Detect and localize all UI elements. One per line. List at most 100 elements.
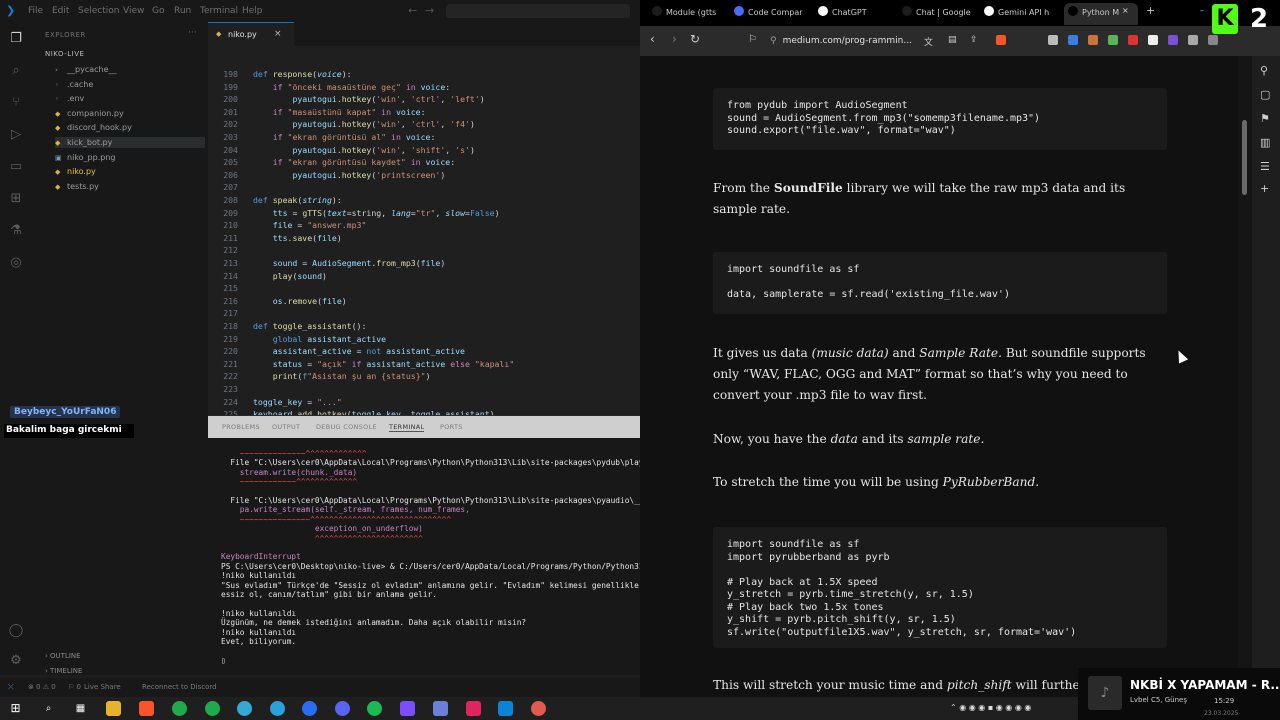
code-line[interactable]: 224 toggle_key = "...": [208, 396, 640, 409]
code-line[interactable]: 202 pyautogui.hotkey('win', 'ctrl', 'f4'…: [208, 118, 640, 131]
chat-icon[interactable]: ▢: [1260, 88, 1270, 101]
reload-icon[interactable]: ↻: [690, 32, 700, 46]
code-line[interactable]: 200 pyautogui.hotkey('win', 'ctrl', 'lef…: [208, 93, 640, 106]
vscode-icon[interactable]: [498, 701, 513, 716]
run-debug-icon[interactable]: ▷: [7, 126, 25, 144]
new-tab-icon[interactable]: +: [1146, 4, 1155, 17]
live-share-icon[interactable]: ◎: [7, 254, 25, 272]
minimize-icon[interactable]: –: [1200, 6, 1204, 15]
ports-status[interactable]: ⚐ 0: [68, 683, 81, 691]
menu-file[interactable]: File: [28, 6, 43, 16]
problems-status[interactable]: ⊗ 0 ⚠ 0: [28, 683, 56, 691]
tab-terminal[interactable]: TERMINAL: [389, 423, 425, 432]
chrome-icon[interactable]: [531, 701, 546, 716]
windows-start-icon[interactable]: ⊞: [8, 701, 23, 716]
forward-arrow-icon[interactable]: →: [425, 4, 434, 17]
browser-tab[interactable]: ChatGPT: [818, 6, 867, 17]
menu-view[interactable]: View: [123, 6, 144, 16]
vpn-icon[interactable]: [400, 701, 415, 716]
tab-output[interactable]: OUTPUT: [272, 423, 300, 431]
code-line[interactable]: 201 if "masaüstünü kapat" in voice:: [208, 106, 640, 119]
file-explorer-icon[interactable]: [106, 701, 121, 716]
file-item[interactable]: ◆ discord_hook.py: [55, 122, 132, 133]
file-item[interactable]: ◆ companion.py: [55, 108, 124, 119]
brave-shield-icon[interactable]: [996, 35, 1006, 45]
code-line[interactable]: 220 assistant_active = not assistant_act…: [208, 345, 640, 358]
remote-icon[interactable]: ⤫: [8, 683, 14, 692]
settings-gear-icon[interactable]: ⚙: [7, 652, 25, 670]
file-item[interactable]: ◦ .env: [55, 93, 84, 104]
brave-icon[interactable]: [139, 701, 154, 716]
browser-tab[interactable]: Code Compar: [734, 6, 803, 17]
add-panel-icon[interactable]: +: [1260, 182, 1269, 195]
telegram-icon[interactable]: [270, 701, 285, 716]
code-line[interactable]: 222 print(f"Asistan şu an {status}"): [208, 370, 640, 383]
code-line[interactable]: 206 pyautogui.hotkey('printscreen'): [208, 169, 640, 182]
whatsapp-icon[interactable]: [172, 701, 187, 716]
app-2-icon[interactable]: [433, 701, 448, 716]
file-item[interactable]: ◆ tests.py: [55, 181, 99, 192]
outline-section[interactable]: › OUTLINE: [45, 652, 81, 660]
tab-niko-py[interactable]: ◆ niko.py ×: [208, 22, 294, 46]
translate-icon[interactable]: 文: [924, 35, 933, 48]
extension-icon-6[interactable]: [1148, 35, 1158, 45]
puzzle-extensions-icon[interactable]: [1188, 35, 1198, 45]
timeline-section[interactable]: › TIMELINE: [45, 667, 82, 675]
explorer-icon[interactable]: ❐: [7, 30, 25, 48]
bookmark-icon[interactable]: ⚐: [748, 34, 757, 45]
close-icon[interactable]: ×: [1122, 6, 1129, 15]
code-line[interactable]: 217: [208, 307, 640, 320]
zoom-icon[interactable]: [302, 701, 317, 716]
discord-icon[interactable]: [335, 701, 350, 716]
menu-run[interactable]: Run: [174, 6, 191, 16]
code-line[interactable]: 203 if "ekran görüntüsü al" in voice:: [208, 131, 640, 144]
extension-icon-5[interactable]: [1128, 35, 1138, 45]
code-line[interactable]: 214 play(sound): [208, 270, 640, 283]
file-item[interactable]: › __pycache__: [55, 64, 117, 75]
menu-help[interactable]: Help: [242, 6, 263, 16]
account-icon[interactable]: ◯: [7, 622, 25, 640]
spotify-icon[interactable]: [367, 701, 382, 716]
address-bar[interactable]: ⚲ medium.com/prog-rammin...: [770, 32, 1048, 52]
search-icon[interactable]: ⌕: [41, 701, 56, 716]
file-item[interactable]: ▣ niko_pp.png: [55, 152, 115, 163]
tab-problems[interactable]: PROBLEMS: [222, 423, 260, 431]
code-line[interactable]: 212: [208, 244, 640, 257]
profile-icon[interactable]: [1208, 35, 1218, 45]
share-icon[interactable]: ⇪: [970, 35, 978, 45]
discord-status[interactable]: Reconnect to Discord: [142, 683, 217, 691]
testing-icon[interactable]: ⚗: [7, 222, 25, 240]
back-arrow-icon[interactable]: ←: [408, 4, 417, 17]
tab-debug-console[interactable]: DEBUG CONSOLE: [316, 423, 377, 431]
browser-tab[interactable]: Gemini API h: [984, 6, 1049, 17]
extensions-icon[interactable]: ⊞: [7, 190, 25, 208]
project-folder[interactable]: NIKO-LIVE: [45, 50, 84, 58]
code-line[interactable]: 205 if "ekran görüntüsü kaydet" in voice…: [208, 156, 640, 169]
code-line[interactable]: 208 def speak(string):: [208, 194, 640, 207]
code-line[interactable]: 221 status = "açık" if assistant_active …: [208, 358, 640, 371]
reading-list-icon[interactable]: ☰: [1260, 160, 1270, 173]
task-view-icon[interactable]: ▦: [73, 701, 88, 716]
tab-ports[interactable]: PORTS: [440, 423, 463, 431]
code-line[interactable]: 215: [208, 282, 640, 295]
close-icon[interactable]: ×: [274, 29, 282, 39]
menu-terminal[interactable]: Terminal: [200, 6, 238, 16]
leo-ai-icon[interactable]: ⚲: [1260, 64, 1268, 77]
code-line[interactable]: 219 global assistant_active: [208, 333, 640, 346]
code-line[interactable]: 210 file = "answer.mp3": [208, 219, 640, 232]
code-line[interactable]: 211 tts.save(file): [208, 232, 640, 245]
extension-icon-2[interactable]: [1068, 35, 1078, 45]
back-icon[interactable]: ‹: [650, 32, 655, 46]
code-line[interactable]: 216 os.remove(file): [208, 295, 640, 308]
menu-go[interactable]: Go: [152, 6, 164, 16]
browser-tab[interactable]: Chat | Google: [902, 6, 971, 17]
browser-tab[interactable]: Python M: [1068, 6, 1119, 17]
reader-icon[interactable]: ▤: [948, 35, 957, 45]
source-control-icon[interactable]: ⑂: [7, 94, 25, 112]
file-item[interactable]: ◆ niko.py: [55, 166, 96, 177]
code-line[interactable]: 199 if "önceki masaüstüne geç" in voice:: [208, 81, 640, 94]
code-line[interactable]: 223: [208, 383, 640, 396]
extension-icon-7[interactable]: [1168, 35, 1178, 45]
command-center-search[interactable]: [446, 4, 630, 18]
live-share-status[interactable]: Live Share: [84, 683, 121, 691]
